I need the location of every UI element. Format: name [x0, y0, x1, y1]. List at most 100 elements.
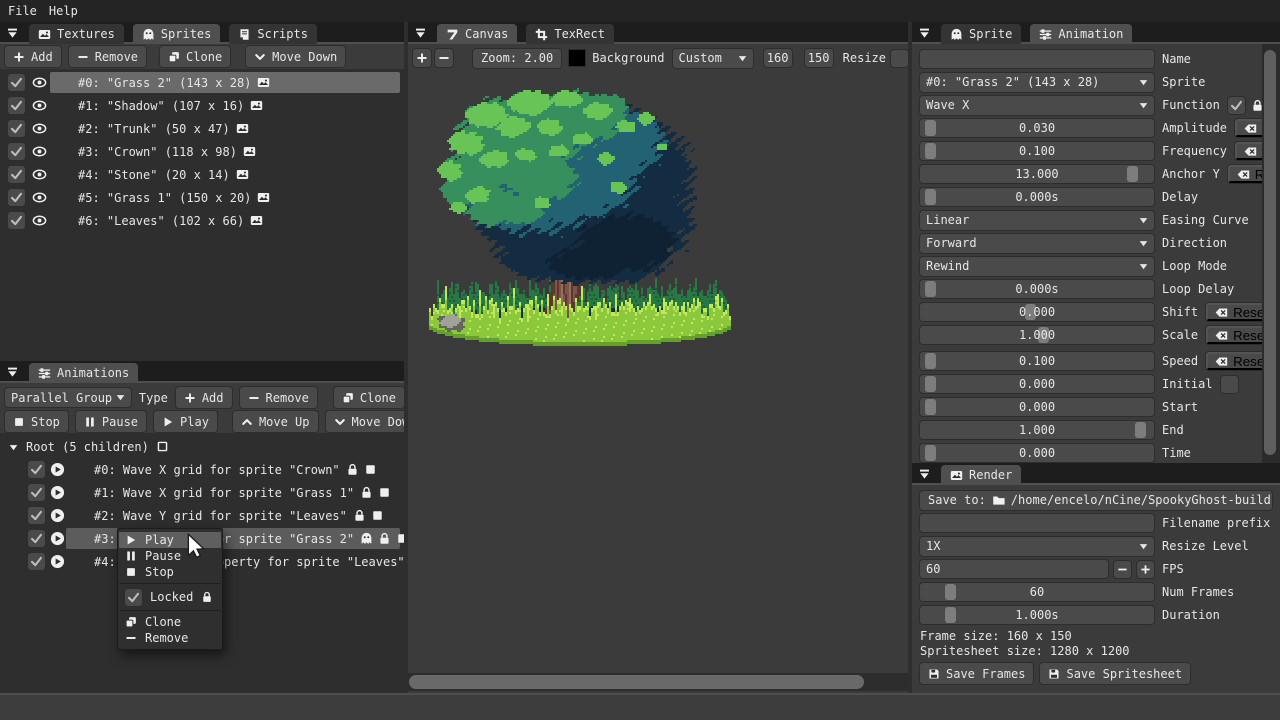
sprite-visible-checkbox[interactable] — [8, 189, 25, 206]
zoom-out-button[interactable] — [435, 49, 453, 67]
animation-enabled-checkbox[interactable] — [28, 553, 45, 570]
collapse-arrow-icon[interactable] — [4, 364, 20, 380]
amplitude-slider[interactable]: 0.030 — [920, 119, 1154, 137]
delay-slider[interactable]: 0.000s — [920, 188, 1154, 206]
sprite-list-item[interactable]: #1: "Shadow" (107 x 16) — [0, 94, 404, 117]
num-frames-slider[interactable]: 60 — [920, 583, 1154, 601]
move-down-sprite-button[interactable]: Move Down — [246, 46, 345, 67]
scale-slider[interactable]: 1.000 — [920, 326, 1154, 344]
animation-enabled-checkbox[interactable] — [28, 484, 45, 501]
collapse-arrow-icon[interactable] — [4, 25, 20, 41]
start-slider[interactable]: 0.000 — [920, 398, 1154, 416]
frequency-slider[interactable]: 0.100 — [920, 142, 1154, 160]
sprite-visible-checkbox[interactable] — [8, 97, 25, 114]
sprite-list-item[interactable]: #0: "Grass 2" (143 x 28) — [0, 71, 404, 94]
remove-animation-button[interactable]: Remove — [240, 387, 317, 408]
collapse-arrow-icon[interactable] — [916, 466, 932, 482]
tab-animation[interactable]: Animation — [1030, 24, 1132, 44]
easing-curve-combo[interactable]: Linear — [920, 211, 1154, 230]
initial-slider[interactable]: 0.000 — [920, 375, 1154, 393]
context-menu-locked[interactable]: Locked — [118, 587, 222, 607]
stop-button[interactable]: Stop — [5, 411, 68, 432]
zoom-level-button[interactable]: Zoom: 2.00 — [473, 49, 561, 68]
menu-file[interactable]: File — [8, 4, 37, 18]
zoom-in-button[interactable] — [413, 49, 431, 67]
play-circle-icon[interactable] — [50, 462, 65, 477]
function-enabled-checkbox[interactable] — [1228, 97, 1245, 114]
resize-apply-button[interactable] — [891, 50, 908, 67]
background-color-swatch[interactable] — [569, 50, 585, 66]
sprite-visible-checkbox[interactable] — [8, 212, 25, 229]
animation-enabled-checkbox[interactable] — [28, 507, 45, 524]
collapse-arrow-icon[interactable] — [412, 25, 428, 41]
remove-sprite-button[interactable]: Remove — [69, 46, 146, 67]
animation-enabled-checkbox[interactable] — [28, 461, 45, 478]
loop-mode-combo[interactable]: Rewind — [920, 257, 1154, 276]
save-spritesheet-button[interactable]: Save Spritesheet — [1040, 663, 1190, 684]
animation-enabled-checkbox[interactable] — [28, 530, 45, 547]
eye-icon[interactable] — [32, 122, 47, 135]
inspector-vscrollbar[interactable] — [1264, 50, 1276, 455]
tab-sprite[interactable]: Sprite — [941, 24, 1021, 44]
clone-animation-button[interactable]: Clone — [334, 387, 404, 408]
animation-root-node[interactable]: Root (5 children) — [0, 435, 404, 458]
tab-animations[interactable]: Animations — [29, 363, 138, 383]
initial-checkbox[interactable] — [1221, 376, 1238, 393]
sprite-list-item[interactable]: #2: "Trunk" (50 x 47) — [0, 117, 404, 140]
shift-slider[interactable]: 0.000 — [920, 303, 1154, 321]
resize-level-combo[interactable]: 1X — [920, 537, 1154, 556]
stop-state-icon[interactable] — [156, 440, 169, 453]
canvas-width-input[interactable]: 160 — [764, 49, 792, 67]
eye-icon[interactable] — [32, 145, 47, 158]
tab-texrect[interactable]: TexRect — [526, 24, 614, 44]
tab-render[interactable]: Render — [941, 465, 1021, 485]
move-up-animation-button[interactable]: Move Up — [233, 411, 318, 432]
sprite-visible-checkbox[interactable] — [8, 143, 25, 160]
context-menu-clone[interactable]: Clone — [118, 614, 222, 630]
sprite-canvas-tree-image[interactable] — [425, 70, 745, 370]
play-circle-icon[interactable] — [50, 531, 65, 546]
loop-delay-slider[interactable]: 0.000s — [920, 280, 1154, 298]
add-sprite-button[interactable]: Add — [5, 46, 61, 67]
anchor-y-slider[interactable]: 13.000 — [920, 165, 1154, 183]
animation-item[interactable]: #1: Wave X grid for sprite "Grass 1" — [0, 481, 404, 504]
direction-combo[interactable]: Forward — [920, 234, 1154, 253]
sprite-visible-checkbox[interactable] — [8, 120, 25, 137]
save-frames-button[interactable]: Save Frames — [920, 663, 1033, 684]
add-animation-button[interactable]: Add — [176, 387, 232, 408]
animation-type-combo[interactable]: Parallel Group — [5, 388, 131, 407]
time-slider[interactable]: 0.000 — [920, 444, 1154, 462]
fps-increase-button[interactable] — [1137, 561, 1154, 578]
eye-icon[interactable] — [32, 76, 47, 89]
background-combo[interactable]: Custom — [673, 49, 753, 68]
animation-item[interactable]: #0: Wave X grid for sprite "Crown" — [0, 458, 404, 481]
context-menu-remove[interactable]: Remove — [118, 630, 222, 646]
panel-separator[interactable] — [404, 22, 408, 693]
sprite-list-item[interactable]: #6: "Leaves" (102 x 66) — [0, 209, 404, 232]
sprite-list-item[interactable]: #5: "Grass 1" (150 x 20) — [0, 186, 404, 209]
name-input[interactable] — [920, 50, 1154, 68]
sprite-visible-checkbox[interactable] — [8, 74, 25, 91]
eye-icon[interactable] — [32, 214, 47, 227]
sprite-list-item[interactable]: #3: "Crown" (118 x 98) — [0, 140, 404, 163]
filename-prefix-input[interactable] — [920, 514, 1154, 532]
eye-icon[interactable] — [32, 99, 47, 112]
end-slider[interactable]: 1.000 — [920, 421, 1154, 439]
panel-separator[interactable] — [908, 22, 912, 693]
clone-sprite-button[interactable]: Clone — [160, 46, 230, 67]
context-menu-stop[interactable]: Stop — [118, 564, 222, 580]
tab-canvas[interactable]: Canvas — [437, 24, 517, 44]
canvas-hscrollbar[interactable] — [409, 675, 864, 689]
play-circle-icon[interactable] — [50, 485, 65, 500]
fps-decrease-button[interactable] — [1114, 561, 1131, 578]
tab-sprites[interactable]: Sprites — [133, 24, 221, 44]
sprite-visible-checkbox[interactable] — [8, 166, 25, 183]
context-menu-pause[interactable]: Pause — [118, 548, 222, 564]
menu-help[interactable]: Help — [49, 4, 78, 18]
sprite-list-item[interactable]: #4: "Stone" (20 x 14) — [0, 163, 404, 186]
sprite-combo[interactable]: #0: "Grass 2" (143 x 28) — [920, 73, 1154, 92]
canvas-height-input[interactable]: 150 — [805, 49, 833, 67]
collapse-arrow-icon[interactable] — [916, 25, 932, 41]
duration-slider[interactable]: 1.000s — [920, 606, 1154, 624]
locked-checkbox[interactable] — [125, 589, 142, 606]
